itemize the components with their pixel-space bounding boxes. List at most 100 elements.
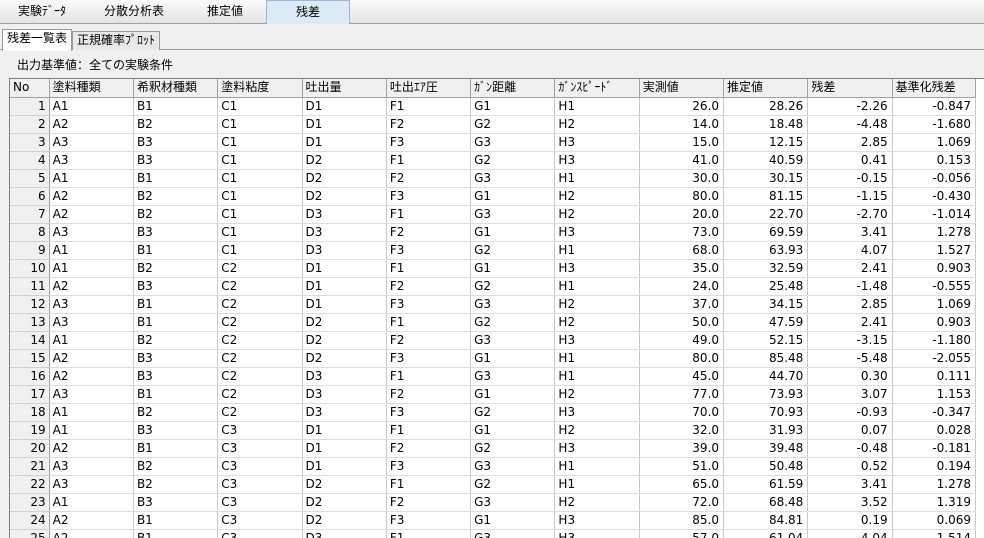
table-cell[interactable]: G3 <box>470 331 556 350</box>
table-cell[interactable]: 3.41 <box>807 223 893 242</box>
table-cell[interactable]: -0.430 <box>892 187 977 206</box>
table-cell[interactable]: A1 <box>49 241 134 260</box>
table-row[interactable]: 23 A1 B3 C3 D2 F2 G3 H2 72.0 68.48 3.52 1.319 <box>10 493 977 512</box>
table-cell[interactable]: F3 <box>386 295 472 314</box>
table-cell[interactable]: A2 <box>49 367 134 386</box>
table-cell[interactable]: 26.0 <box>639 97 725 116</box>
table-cell[interactable]: D1 <box>302 457 387 476</box>
table-cell[interactable]: 18.48 <box>723 115 809 134</box>
table-cell[interactable]: 0.19 <box>807 511 893 530</box>
table-cell[interactable]: C1 <box>217 151 303 170</box>
table-cell[interactable]: 34.15 <box>723 295 809 314</box>
table-cell[interactable]: 2.85 <box>807 133 893 152</box>
table-cell[interactable]: A1 <box>49 493 134 512</box>
table-cell[interactable]: C2 <box>217 349 303 368</box>
table-cell[interactable]: H3 <box>554 439 640 458</box>
table-cell[interactable]: H3 <box>554 331 640 350</box>
table-cell[interactable]: F1 <box>386 367 472 386</box>
table-cell[interactable]: -4.04 <box>807 529 893 538</box>
table-cell[interactable]: 45.0 <box>639 367 725 386</box>
table-cell[interactable]: 39.0 <box>639 439 725 458</box>
table-cell[interactable]: F3 <box>386 241 472 260</box>
table-cell[interactable]: D3 <box>302 367 387 386</box>
table-cell[interactable]: F3 <box>386 349 472 368</box>
table-cell[interactable]: -0.93 <box>807 403 893 422</box>
column-header[interactable]: 塗料粘度 <box>217 79 303 98</box>
table-cell[interactable]: D3 <box>302 529 387 538</box>
table-cell[interactable]: G3 <box>470 205 556 224</box>
table-cell[interactable]: D2 <box>302 349 387 368</box>
table-cell[interactable]: C2 <box>217 403 303 422</box>
table-cell[interactable]: C1 <box>217 133 303 152</box>
table-row[interactable]: 18 A1 B2 C2 D3 F3 G2 H3 70.0 70.93 -0.93 -0.347 <box>10 403 977 422</box>
table-cell[interactable]: 44.70 <box>723 367 809 386</box>
table-cell[interactable]: -1.014 <box>892 205 977 224</box>
table-cell[interactable]: A1 <box>49 421 134 440</box>
table-cell[interactable]: 1.278 <box>892 475 977 494</box>
row-number[interactable]: 7 <box>10 205 50 224</box>
table-cell[interactable]: -2.055 <box>892 349 977 368</box>
subtab-residual-list[interactable]: 残差一覧表 <box>2 29 73 51</box>
table-cell[interactable]: H2 <box>554 313 640 332</box>
table-cell[interactable]: B1 <box>133 169 219 188</box>
table-cell[interactable]: C3 <box>217 421 303 440</box>
table-row[interactable]: 17 A3 B1 C2 D3 F2 G1 H2 77.0 73.93 3.07 1.153 <box>10 385 977 404</box>
table-cell[interactable]: B3 <box>133 133 219 152</box>
table-cell[interactable]: 73.93 <box>723 385 809 404</box>
table-cell[interactable]: A3 <box>49 133 134 152</box>
table-cell[interactable]: 0.07 <box>807 421 893 440</box>
table-cell[interactable]: D1 <box>302 133 387 152</box>
row-number[interactable]: 11 <box>10 277 50 296</box>
table-cell[interactable]: A3 <box>49 151 134 170</box>
table-cell[interactable]: 14.0 <box>639 115 725 134</box>
table-cell[interactable]: C1 <box>217 169 303 188</box>
table-cell[interactable]: C2 <box>217 331 303 350</box>
table-cell[interactable]: A2 <box>49 277 134 296</box>
table-cell[interactable]: H1 <box>554 457 640 476</box>
table-cell[interactable]: 0.111 <box>892 367 977 386</box>
table-cell[interactable]: A3 <box>49 475 134 494</box>
row-number[interactable]: 22 <box>10 475 50 494</box>
table-cell[interactable]: 68.48 <box>723 493 809 512</box>
table-cell[interactable]: F3 <box>386 457 472 476</box>
table-cell[interactable]: F3 <box>386 511 472 530</box>
table-cell[interactable]: B1 <box>133 241 219 260</box>
table-cell[interactable]: 0.41 <box>807 151 893 170</box>
column-header[interactable]: ｶﾞﾝｽﾋﾟｰﾄﾞ <box>554 79 640 98</box>
table-cell[interactable]: D3 <box>302 241 387 260</box>
table-cell[interactable]: A1 <box>49 403 134 422</box>
table-cell[interactable]: H3 <box>554 151 640 170</box>
row-number[interactable]: 14 <box>10 331 50 350</box>
table-cell[interactable]: 0.153 <box>892 151 977 170</box>
table-cell[interactable]: F3 <box>386 133 472 152</box>
table-cell[interactable]: F1 <box>386 475 472 494</box>
table-cell[interactable]: 52.15 <box>723 331 809 350</box>
table-cell[interactable]: 0.194 <box>892 457 977 476</box>
table-cell[interactable]: -3.15 <box>807 331 893 350</box>
table-cell[interactable]: G2 <box>470 475 556 494</box>
table-cell[interactable]: G1 <box>470 187 556 206</box>
table-cell[interactable]: 40.59 <box>723 151 809 170</box>
table-cell[interactable]: D2 <box>302 151 387 170</box>
table-cell[interactable]: -1.48 <box>807 277 893 296</box>
table-cell[interactable]: D1 <box>302 421 387 440</box>
table-cell[interactable]: F1 <box>386 259 472 278</box>
row-number[interactable]: 5 <box>10 169 50 188</box>
table-cell[interactable]: 80.0 <box>639 349 725 368</box>
column-header[interactable]: 推定値 <box>723 79 809 98</box>
table-cell[interactable]: D2 <box>302 493 387 512</box>
table-cell[interactable]: 0.069 <box>892 511 977 530</box>
table-cell[interactable]: G3 <box>470 493 556 512</box>
table-cell[interactable]: H3 <box>554 511 640 530</box>
table-cell[interactable]: 61.04 <box>723 529 809 538</box>
table-row[interactable]: 24 A2 B1 C3 D2 F3 G1 H3 85.0 84.81 0.19 0.069 <box>10 511 977 530</box>
table-cell[interactable]: 35.0 <box>639 259 725 278</box>
table-cell[interactable]: 73.0 <box>639 223 725 242</box>
table-cell[interactable]: D2 <box>302 511 387 530</box>
table-cell[interactable]: A2 <box>49 439 134 458</box>
table-cell[interactable]: B3 <box>133 277 219 296</box>
row-number[interactable]: 15 <box>10 349 50 368</box>
table-cell[interactable]: B2 <box>133 115 219 134</box>
table-cell[interactable]: D2 <box>302 331 387 350</box>
table-cell[interactable]: H3 <box>554 403 640 422</box>
